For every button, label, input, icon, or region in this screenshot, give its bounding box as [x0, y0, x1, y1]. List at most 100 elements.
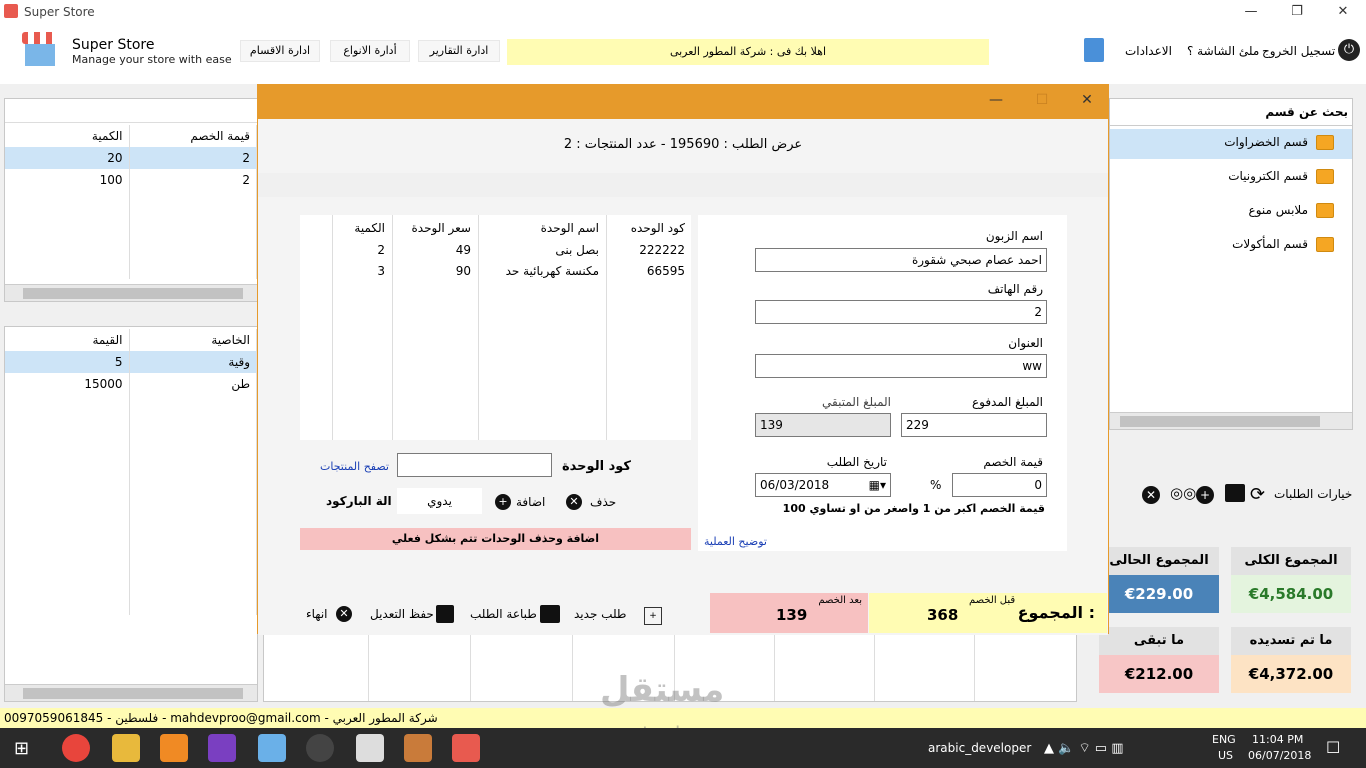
horizontal-scrollbar[interactable] — [5, 284, 257, 301]
finish-button[interactable]: انهاء — [306, 607, 328, 621]
add-icon[interactable]: + — [495, 494, 511, 510]
sticky-notes-icon[interactable] — [356, 734, 384, 762]
sublime-icon[interactable] — [160, 734, 188, 762]
barcode-mode-toggle[interactable]: يدوي — [397, 488, 482, 514]
maximize-button[interactable]: ❐ — [1274, 0, 1320, 24]
refresh-icon[interactable]: ⟳ — [1250, 484, 1265, 505]
dialog-titlebar: — ☐ ✕ — [258, 85, 1108, 119]
power-icon[interactable]: ⏻ — [1338, 39, 1360, 61]
category-item[interactable]: قسم الخضراوات — [1224, 135, 1334, 157]
minimize-button[interactable]: — — [1228, 0, 1274, 24]
add-label[interactable]: اضافة — [516, 495, 545, 509]
nav-reports-button[interactable]: ادارة التقارير — [418, 40, 500, 62]
nav-departments-button[interactable]: ادارة الاقسام — [240, 40, 320, 62]
language-indicator[interactable]: ENG — [1212, 733, 1236, 746]
add-icon[interactable]: + — [1196, 486, 1214, 504]
before-discount-box: قبل الخصم 368 المجموع : — [869, 593, 1107, 633]
address-field[interactable]: ww — [755, 354, 1047, 378]
clock-date[interactable]: 06/07/2018 — [1248, 749, 1311, 762]
notifications-icon[interactable]: ☐ — [1326, 738, 1340, 757]
print-order-button[interactable]: طباعة الطلب — [470, 607, 537, 621]
browse-products-link[interactable]: تصفح المنتجات — [320, 460, 389, 473]
delete-icon[interactable]: ✕ — [566, 494, 582, 510]
cell-unit-name[interactable]: مكنسة كهربائية حد — [506, 264, 599, 278]
app-icon[interactable] — [306, 734, 334, 762]
close-button[interactable]: ✕ — [1320, 0, 1366, 24]
explain-link[interactable]: توضيح العملية — [704, 535, 767, 548]
current-total-box: المجموع الحالى €229.00 — [1099, 547, 1219, 627]
discount-hint: قيمة الخصم اكبر من 1 واصغر من او تساوي 1… — [782, 502, 1045, 515]
app-icon — [4, 4, 18, 18]
categories-panel: بحث عن قسم قسم الخضراوات قسم الكترونيات … — [1109, 98, 1353, 430]
dialog-minimize-button[interactable]: — — [984, 92, 1008, 112]
print-icon[interactable] — [1225, 484, 1245, 502]
file-explorer-icon[interactable] — [112, 734, 140, 762]
print-icon[interactable] — [540, 605, 560, 623]
before-discount-label: قبل الخصم — [969, 595, 1016, 606]
save-icon[interactable] — [436, 605, 454, 623]
discount-field[interactable]: 0 — [952, 473, 1047, 497]
paid-total-box: ما تم تسديده €4,372.00 — [1231, 627, 1351, 707]
settings-link[interactable]: الاعدادات — [1125, 44, 1172, 58]
category-item[interactable]: ملابس منوع — [1249, 203, 1334, 225]
dialog-close-button[interactable]: ✕ — [1075, 92, 1099, 112]
table-row[interactable]: 15000 طن — [5, 373, 257, 395]
paid-amount-field[interactable]: 229 — [901, 413, 1047, 437]
chrome-icon[interactable] — [62, 734, 90, 762]
logout-link[interactable]: تسجيل الخروج — [1262, 44, 1335, 58]
fullscreen-link[interactable]: ملئ الشاشة ؟ — [1187, 44, 1259, 58]
nav-types-button[interactable]: أدارة الانواع — [330, 40, 410, 62]
col-header-unit-name: اسم الوحدة — [540, 221, 599, 235]
brand-tagline: Manage your store with ease — [72, 53, 232, 66]
properties-table: القيمة الخاصية 5 وقية 15000 طن — [4, 326, 258, 702]
horizontal-scrollbar[interactable] — [5, 684, 257, 701]
cell-quantity[interactable]: 2 — [377, 243, 385, 257]
horizontal-scrollbar[interactable] — [1110, 412, 1352, 429]
taskbar-user[interactable]: arabic_developer — [928, 741, 1031, 755]
customer-name-field[interactable]: احمد عصام صبحي شقورة — [755, 248, 1047, 272]
folder-icon — [1316, 237, 1334, 252]
delete-label[interactable]: حذف — [590, 495, 616, 509]
windows-start-icon[interactable]: ⊞ — [14, 738, 29, 759]
paint-icon[interactable] — [404, 734, 432, 762]
category-item[interactable]: قسم المأكولات — [1232, 237, 1334, 259]
cell-unit-price[interactable]: 49 — [456, 243, 471, 257]
save-changes-button[interactable]: حفظ التعديل — [370, 607, 434, 621]
dialog-maximize-button[interactable]: ☐ — [1030, 92, 1054, 112]
calculator-icon[interactable] — [1084, 38, 1104, 62]
cell-unit-price[interactable]: 90 — [456, 264, 471, 278]
visual-studio-icon[interactable] — [208, 734, 236, 762]
new-order-icon[interactable]: + — [644, 607, 662, 625]
customer-label: اسم الزبون — [985, 229, 1043, 243]
category-item[interactable]: قسم الكترونيات — [1228, 169, 1334, 191]
tray-icons[interactable]: ▲ 🔈 ⌔ ▭ ▥ — [1044, 740, 1124, 756]
cell-unit-code[interactable]: 66595 — [647, 264, 685, 278]
super-store-taskbar-icon[interactable] — [452, 734, 480, 762]
grand-total-value: €4,584.00 — [1231, 575, 1351, 613]
calendar-dropdown-icon[interactable]: ▦▾ — [869, 474, 886, 496]
col-header-quantity: الكمية — [354, 221, 385, 235]
folder-icon — [1316, 169, 1334, 184]
unit-code-label: كود الوحدة — [562, 459, 631, 474]
app-icon[interactable] — [258, 734, 286, 762]
remaining-total-box: ما تبقى €212.00 — [1099, 627, 1219, 707]
table-row[interactable]: 20 2 — [5, 147, 257, 169]
cell-quantity[interactable]: 3 — [377, 264, 385, 278]
close-circle-icon[interactable]: ✕ — [1142, 486, 1160, 504]
cell-unit-name[interactable]: بصل بنى — [555, 243, 599, 257]
binoculars-icon[interactable]: ◎◎ — [1170, 484, 1196, 502]
paid-label: المبلغ المدفوع — [971, 395, 1043, 409]
phone-field[interactable]: 2 — [755, 300, 1047, 324]
clock-time[interactable]: 11:04 PM — [1252, 733, 1303, 746]
new-order-button[interactable]: طلب جديد — [574, 607, 626, 621]
discounts-grid: الكمية قيمة الخصم 20 2 100 2 — [5, 125, 257, 279]
unit-code-input[interactable] — [397, 453, 552, 477]
order-date-picker[interactable]: 06/03/2018 ▦▾ — [755, 473, 891, 497]
paid-total-value: €4,372.00 — [1231, 655, 1351, 693]
table-row[interactable]: 100 2 — [5, 169, 257, 191]
table-row[interactable]: 5 وقية — [5, 351, 257, 373]
after-discount-value: 139 — [776, 606, 808, 624]
cell-unit-code[interactable]: 222222 — [639, 243, 685, 257]
total-label: المجموع : — [1017, 603, 1095, 622]
finish-icon[interactable]: ✕ — [336, 606, 352, 622]
